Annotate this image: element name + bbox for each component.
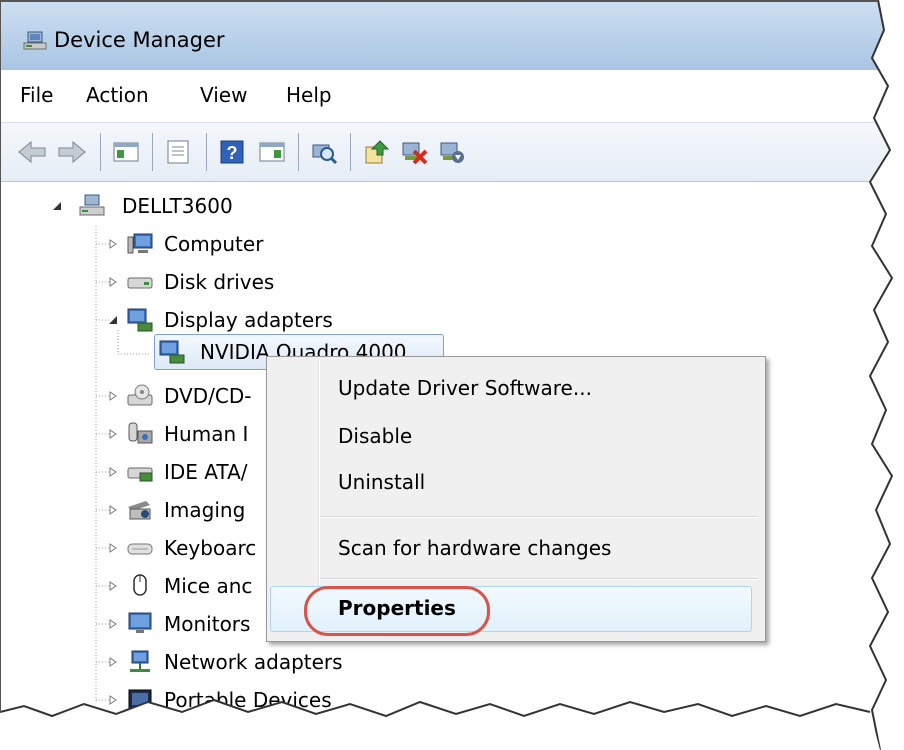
action-pane-icon[interactable]: [256, 136, 288, 168]
toolbar-separator: [206, 133, 207, 171]
expand-arrow-icon[interactable]: [106, 693, 120, 707]
computer-icon: [127, 233, 153, 254]
tree-item-keyboards[interactable]: Keyboarc: [164, 532, 256, 564]
toolbar-separator: [350, 133, 351, 171]
expand-arrow-icon[interactable]: [106, 655, 120, 669]
dvd-drive-icon: [127, 384, 153, 406]
menu-item-update-driver[interactable]: Update Driver Software...: [338, 376, 592, 400]
display-adapter-icon: [159, 340, 185, 364]
update-driver-icon[interactable]: [360, 136, 392, 168]
toolbar-separator: [100, 133, 101, 171]
collapse-arrow-icon[interactable]: [106, 313, 120, 327]
menu-help[interactable]: Help: [286, 83, 332, 107]
toolbar-separator: [298, 133, 299, 171]
tree-item-display-adapters[interactable]: Display adapters: [164, 304, 333, 336]
human-interface-device-icon: [128, 422, 153, 444]
svg-text:?: ?: [227, 143, 238, 163]
tree-item-computer[interactable]: Computer: [164, 228, 263, 260]
menu-item-scan-hardware[interactable]: Scan for hardware changes: [338, 536, 611, 560]
tree-item-dvd-cd[interactable]: DVD/CD-: [164, 380, 251, 412]
expand-arrow-icon[interactable]: [106, 275, 120, 289]
context-menu-separator: [320, 578, 758, 580]
disk-drive-icon: [127, 277, 153, 289]
forward-icon[interactable]: [56, 136, 88, 168]
expand-arrow-icon[interactable]: [106, 579, 120, 593]
tree-item-mice[interactable]: Mice anc: [164, 570, 252, 602]
expand-arrow-icon[interactable]: [106, 541, 120, 555]
menu-file[interactable]: File: [20, 83, 53, 107]
imaging-device-icon: [128, 501, 151, 520]
network-adapter-icon: [130, 650, 150, 672]
scan-hardware-icon[interactable]: [308, 136, 340, 168]
expand-arrow-icon[interactable]: [106, 465, 120, 479]
expand-arrow-icon[interactable]: [106, 237, 120, 251]
expand-arrow-icon[interactable]: [106, 389, 120, 403]
show-hide-console-tree-icon[interactable]: [110, 136, 142, 168]
tree-root-label[interactable]: DELLT3600: [122, 190, 233, 222]
display-adapter-icon: [127, 308, 153, 332]
tree-item-human-interface[interactable]: Human I: [164, 418, 248, 450]
tree-item-monitors[interactable]: Monitors: [164, 608, 250, 640]
menu-item-disable[interactable]: Disable: [338, 424, 412, 448]
mouse-icon: [133, 574, 147, 596]
keyboard-icon: [127, 543, 153, 555]
expand-arrow-icon[interactable]: [106, 503, 120, 517]
help-icon[interactable]: ?: [216, 136, 248, 168]
tree-item-network-adapters[interactable]: Network adapters: [164, 646, 343, 678]
back-icon[interactable]: [16, 136, 48, 168]
context-menu-separator: [320, 516, 758, 518]
window-title: Device Manager: [54, 28, 225, 52]
collapse-arrow-icon[interactable]: [50, 199, 64, 213]
menu-item-uninstall[interactable]: Uninstall: [338, 470, 425, 494]
tree-item-imaging[interactable]: Imaging: [164, 494, 245, 526]
enable-device-icon[interactable]: [436, 136, 468, 168]
monitor-icon: [128, 612, 152, 633]
portable-device-icon: [128, 689, 152, 709]
ide-controller-icon: [127, 467, 153, 482]
toolbar-separator: [152, 133, 153, 171]
tree-item-ide-ata[interactable]: IDE ATA/: [164, 456, 248, 488]
tree-item-portable-devices[interactable]: Portable Devices: [164, 684, 332, 716]
menu-view[interactable]: View: [200, 83, 247, 107]
expand-arrow-icon[interactable]: [106, 617, 120, 631]
highlight-circle: [304, 586, 490, 636]
computer-root-icon: [79, 194, 105, 216]
device-manager-icon: [23, 31, 47, 50]
device-manager-window: Device Manager File Action View Help ? D…: [0, 0, 904, 750]
menu-action[interactable]: Action: [86, 83, 149, 107]
tree-item-disk-drives[interactable]: Disk drives: [164, 266, 274, 298]
properties-icon[interactable]: [162, 136, 194, 168]
expand-arrow-icon[interactable]: [106, 427, 120, 441]
uninstall-icon[interactable]: [398, 136, 430, 168]
